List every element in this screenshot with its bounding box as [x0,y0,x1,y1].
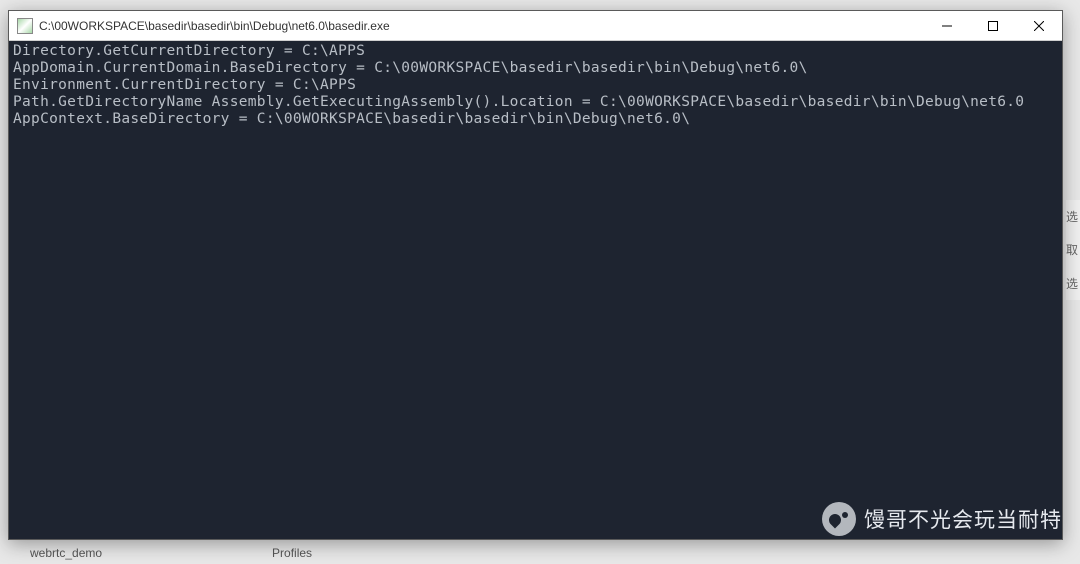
maximize-button[interactable] [970,11,1016,40]
console-line: AppContext.BaseDirectory = C:\00WORKSPAC… [13,111,1058,128]
background-partial-text: 选 取 选 [1066,200,1080,300]
close-button[interactable] [1016,11,1062,40]
window-controls [924,11,1062,40]
console-output[interactable]: Directory.GetCurrentDirectory = C:\APPSA… [9,41,1062,539]
bg-taskbar-item: webrtc_demo [30,546,102,560]
bg-taskbar-item: Profiles [272,546,312,560]
console-line: Environment.CurrentDirectory = C:\APPS [13,77,1058,94]
console-line: AppDomain.CurrentDomain.BaseDirectory = … [13,60,1058,77]
title-bar[interactable]: C:\00WORKSPACE\basedir\basedir\bin\Debug… [9,11,1062,41]
window-title: C:\00WORKSPACE\basedir\basedir\bin\Debug… [39,19,924,33]
background-taskbar-hint: webrtc_demo Profiles [0,546,312,560]
close-icon [1034,21,1044,31]
maximize-icon [988,21,998,31]
console-line: Path.GetDirectoryName Assembly.GetExecut… [13,94,1058,111]
app-icon [17,18,33,34]
minimize-icon [942,21,952,31]
bg-char: 取 [1066,241,1080,258]
bg-char: 选 [1066,208,1080,225]
bg-char: 选 [1066,275,1080,292]
console-line: Directory.GetCurrentDirectory = C:\APPS [13,43,1058,60]
console-window: C:\00WORKSPACE\basedir\basedir\bin\Debug… [8,10,1063,540]
minimize-button[interactable] [924,11,970,40]
